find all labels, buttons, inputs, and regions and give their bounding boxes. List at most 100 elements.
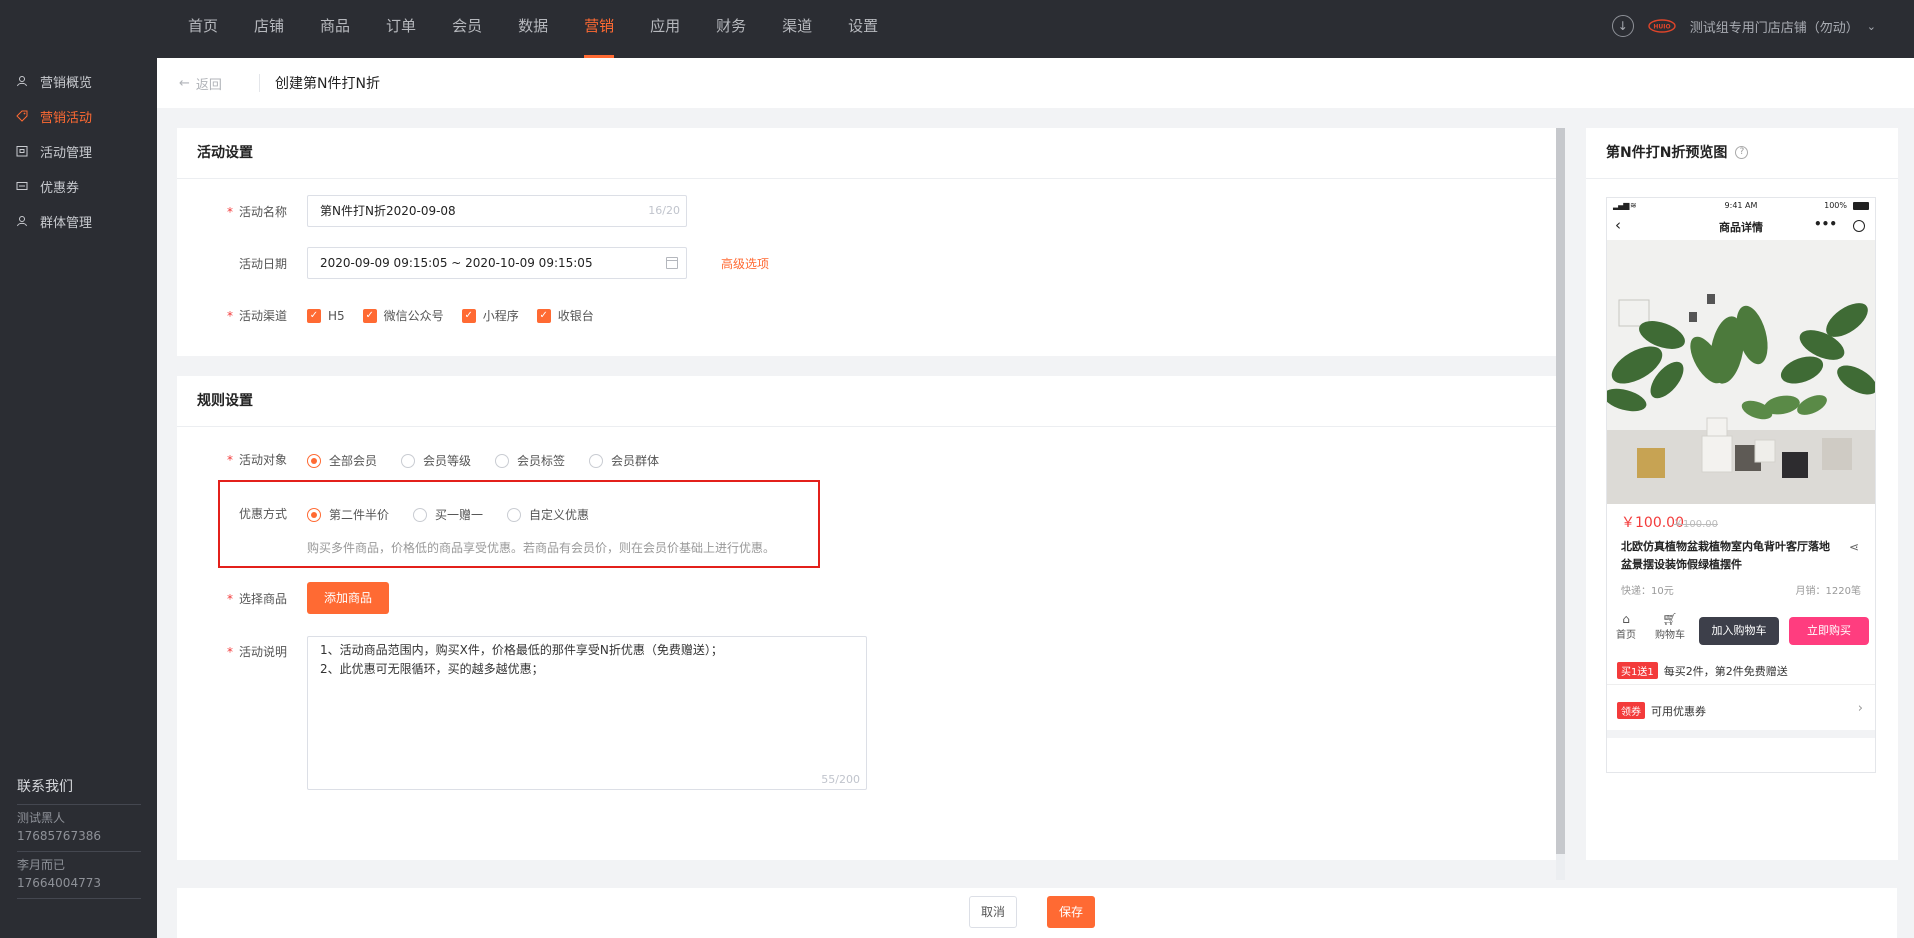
sidebar-item-label: 群体管理 (40, 215, 93, 231)
phone-nav-bar: ‹ 商品详情 ••• (1607, 214, 1875, 240)
add-to-cart-button[interactable]: 加入购物车 (1699, 617, 1779, 645)
main-nav: 首页 店铺 商品 订单 会员 数据 营销 应用 财务 渠道 设置 (188, 0, 914, 58)
home-tab[interactable]: ⌂ 首页 (1613, 612, 1639, 641)
cancel-button[interactable]: 取消 (969, 896, 1017, 928)
price-card: ￥100.00 ￥100.00 北欧仿真植物盆栽植物室内龟背叶客厅落地盆景摆设装… (1611, 504, 1871, 602)
channel-miniprogram-checkbox[interactable]: ✓ 小程序 (461, 307, 519, 324)
add-goods-button[interactable]: 添加商品 (307, 582, 389, 614)
nav-item-finance[interactable]: 财务 (716, 0, 746, 58)
sidebar-item-overview[interactable]: 营销概览 (16, 70, 92, 92)
more-icon[interactable]: ••• (1814, 217, 1837, 231)
nav-item-home[interactable]: 首页 (188, 0, 218, 58)
contact-name: 李月而已 (17, 858, 66, 872)
activity-date-picker[interactable]: 2020-09-09 09:15:05 ~ 2020-10-09 09:15:0… (307, 247, 687, 279)
char-counter: 55/200 (821, 773, 860, 786)
char-counter: 16/20 (648, 204, 680, 217)
target-all-radio[interactable]: 全部会员 (307, 452, 377, 469)
nav-item-data[interactable]: 数据 (518, 0, 548, 58)
nav-item-store[interactable]: 店铺 (254, 0, 284, 58)
chevron-right-icon: › (1857, 701, 1863, 716)
ticket-icon (16, 182, 28, 190)
description-textarea[interactable]: 1、活动商品范围内，购买X件，价格最低的那件享受N折优惠（免费赠送）； 2、此优… (307, 636, 867, 790)
target-level-radio[interactable]: 会员等级 (401, 452, 471, 469)
sidebar: 营销概览 营销活动 活动管理 优惠券 群体管理 联系我们 测试黑人 176857… (0, 58, 157, 938)
logo-area (0, 0, 157, 58)
chevron-down-icon[interactable]: ⌄ (1867, 20, 1876, 33)
promo-text: 每买2件，第2件免费赠送 (1663, 664, 1788, 678)
coupon-row[interactable]: 领券 可用优惠券 › (1607, 701, 1875, 719)
plant-image (1607, 240, 1875, 504)
preview-title: 第N件打N折预览图 ? (1606, 142, 1749, 162)
save-button[interactable]: 保存 (1047, 896, 1095, 928)
phone-bottom-bar: ⌂ 首页 🛒︎ 购物车 加入购物车 立即购买 (1607, 612, 1875, 652)
contact-title: 联系我们 (17, 779, 73, 795)
buy-now-button[interactable]: 立即购买 (1789, 617, 1869, 645)
promo-row: 买1送1 每买2件，第2件免费赠送 (1607, 662, 1875, 679)
discount-radio-group: 第二件半价 买一赠一 自定义优惠 (307, 506, 613, 523)
help-icon[interactable]: ? (1735, 145, 1749, 159)
contact-phone: 17685767386 (17, 829, 101, 843)
sidebar-item-groups[interactable]: 群体管理 (16, 210, 92, 232)
rule-settings-card: 规则设置 * 活动对象 全部会员 会员等级 会员标签 会员群体 优惠方式 第二件半… (177, 376, 1556, 860)
divider (177, 426, 1556, 427)
checkmark-icon: ✓ (307, 308, 321, 323)
phone-status-bar: ▂▄▆ ≋ 9:41 AM 100% (1607, 198, 1875, 214)
sidebar-item-label: 优惠券 (40, 180, 80, 196)
discount-second-half-radio[interactable]: 第二件半价 (307, 506, 389, 523)
store-name[interactable]: 测试组专用门店店铺（勿动） (1690, 17, 1859, 36)
calendar-icon (666, 257, 678, 269)
back-button[interactable]: ← 返回 (179, 74, 222, 93)
nav-item-goods[interactable]: 商品 (320, 0, 350, 58)
product-name: 北欧仿真植物盆栽植物室内龟背叶客厅落地盆景摆设装饰假绿植摆件 (1621, 540, 1830, 571)
promo-tag: 买1送1 (1617, 662, 1658, 679)
top-navbar: 首页 店铺 商品 订单 会员 数据 营销 应用 财务 渠道 设置 ↓ HUIO … (0, 0, 1914, 58)
nav-item-orders[interactable]: 订单 (386, 0, 416, 58)
sidebar-item-coupons[interactable]: 优惠券 (16, 175, 79, 197)
channel-h5-checkbox[interactable]: ✓ H5 (307, 308, 345, 323)
target-tag-radio[interactable]: 会员标签 (495, 452, 565, 469)
home-icon: ⌂ (1622, 612, 1630, 626)
divider (1586, 178, 1898, 179)
shipping-fee: 快递：10元 (1621, 586, 1674, 597)
target-group-radio[interactable]: 会员群体 (589, 452, 659, 469)
battery-icon (1853, 202, 1869, 210)
nav-item-settings[interactable]: 设置 (848, 0, 878, 58)
nav-item-marketing[interactable]: 营销 (584, 0, 615, 58)
divider (177, 178, 1556, 179)
cart-icon: 🛒︎ (1662, 612, 1678, 626)
sidebar-item-campaigns[interactable]: 营销活动 (16, 105, 92, 127)
arrow-left-icon: ← (179, 76, 190, 91)
back-label: 返回 (195, 78, 222, 93)
advanced-options-link[interactable]: 高级选项 (721, 255, 769, 272)
scrollbar-thumb[interactable] (1556, 128, 1565, 854)
divider (17, 804, 141, 805)
target-label: * 活动对象 (226, 453, 287, 467)
channel-wechat-checkbox[interactable]: ✓ 微信公众号 (362, 307, 444, 324)
footer-bar: 取消 保存 (177, 888, 1897, 938)
share-icon[interactable]: ⋖ (1849, 540, 1859, 554)
nav-item-members[interactable]: 会员 (452, 0, 482, 58)
close-mini-icon[interactable] (1853, 220, 1865, 232)
phone-preview: ▂▄▆ ≋ 9:41 AM 100% ‹ 商品详情 ••• ￥100.00 ￥1… (1606, 197, 1876, 773)
required-mark: * (226, 453, 233, 467)
required-mark: * (226, 592, 233, 606)
nav-item-channels[interactable]: 渠道 (782, 0, 812, 58)
sidebar-item-activity-manage[interactable]: 活动管理 (16, 140, 92, 162)
required-mark: * (226, 309, 233, 323)
sidebar-item-label: 活动管理 (40, 145, 93, 161)
nav-item-apps[interactable]: 应用 (650, 0, 680, 58)
channel-checkboxes: ✓ H5 ✓ 微信公众号 ✓ 小程序 ✓ 收银台 (307, 307, 612, 324)
original-price: ￥100.00 (1673, 519, 1718, 530)
activity-name-input[interactable]: 第N件打N折2020-09-08 16/20 (307, 195, 687, 227)
discount-custom-radio[interactable]: 自定义优惠 (507, 506, 589, 523)
activity-settings-card: 活动设置 * 活动名称 第N件打N折2020-09-08 16/20 活动日期 2… (177, 128, 1556, 356)
discount-buy-one-get-one-radio[interactable]: 买一赠一 (413, 506, 483, 523)
channel-pos-checkbox[interactable]: ✓ 收银台 (536, 307, 594, 324)
download-icon[interactable]: ↓ (1611, 15, 1634, 37)
cart-tab[interactable]: 🛒︎ 购物车 (1651, 612, 1689, 641)
user-group-icon (17, 76, 27, 87)
checkmark-icon: ✓ (536, 308, 551, 323)
checkmark-icon: ✓ (461, 308, 476, 323)
section-title: 规则设置 (197, 393, 253, 409)
coupon-text: 可用优惠券 (1651, 704, 1706, 718)
